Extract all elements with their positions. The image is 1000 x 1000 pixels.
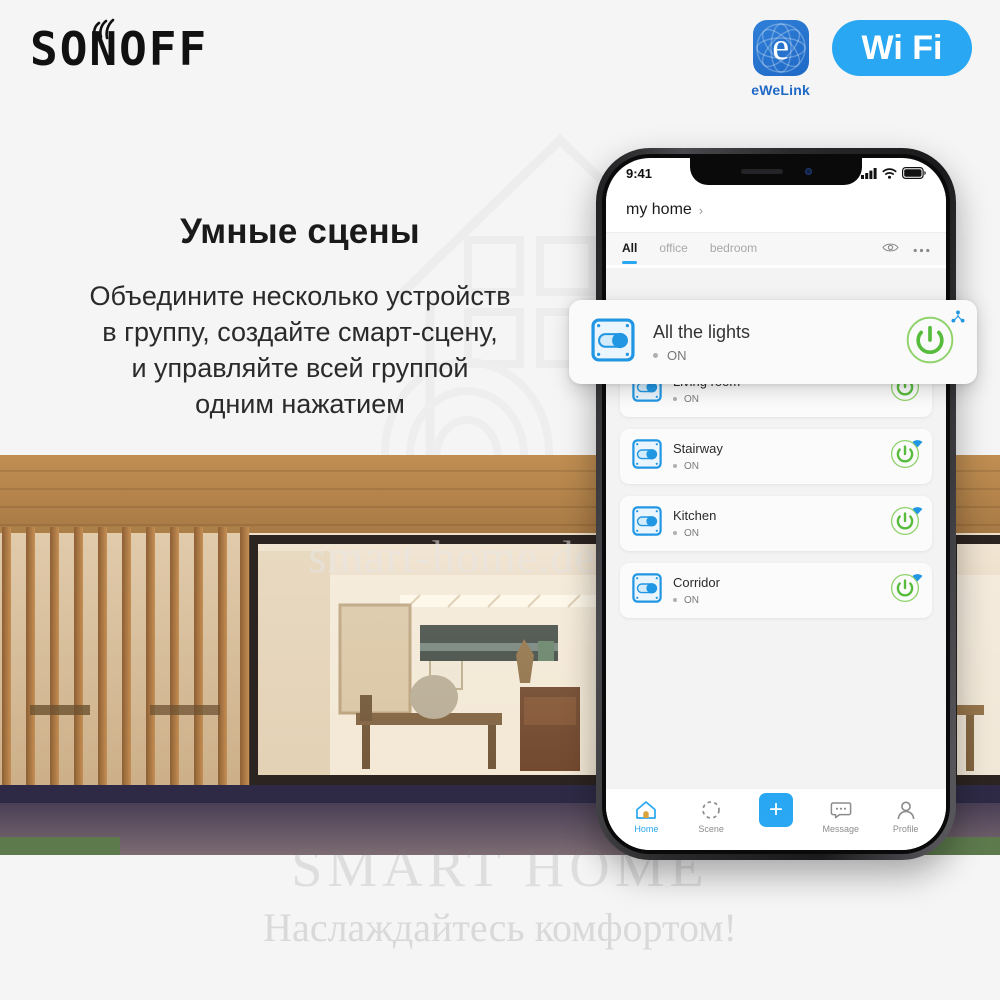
device-name: Kitchen: [673, 508, 717, 524]
status-dot: [653, 352, 658, 358]
profile-icon: [897, 801, 914, 819]
device-info: Corridor ON: [673, 575, 890, 606]
home-icon: [636, 800, 657, 819]
status-dot: [673, 397, 677, 402]
add-glyph: +: [768, 795, 783, 823]
ewelink-badge[interactable]: e eWeLink: [751, 20, 810, 98]
page-description: Объедините несколько устройств в группу,…: [0, 278, 600, 422]
message-icon: [830, 801, 852, 818]
device-info: Stairway ON: [673, 441, 890, 472]
tab-all[interactable]: All: [622, 241, 638, 264]
tab-bedroom[interactable]: bedroom: [710, 241, 757, 258]
group-device-card[interactable]: All the lights ON: [569, 300, 977, 384]
device-status: ON: [673, 528, 890, 539]
room-tabs: All office bedroom: [606, 232, 946, 265]
smart-switch-icon: [632, 573, 662, 608]
status-bar-icons: [861, 167, 926, 179]
nav-item-add[interactable]: +: [746, 792, 806, 841]
eye-icon[interactable]: [882, 240, 899, 258]
front-camera: [804, 168, 812, 175]
ewelink-app-icon[interactable]: e: [752, 20, 809, 76]
scene-icon: [702, 800, 721, 819]
smart-switch-icon: [632, 439, 662, 474]
status-text: ON: [684, 460, 699, 472]
description-line: Объедините несколько устройств: [89, 281, 511, 311]
add-icon[interactable]: +: [758, 792, 793, 827]
status-dot: [673, 531, 677, 536]
nav-label-scene: Scene: [698, 823, 724, 834]
wifi-signal-icon: [912, 569, 923, 587]
phone-mockup: 9:41 my home › All office bedroom ON Sta…: [569, 148, 977, 860]
nav-label-profile: Profile: [892, 823, 919, 834]
device-status: ON: [673, 595, 890, 606]
footer-watermark-subtitle: Наслаждайтесь комфортом!: [263, 905, 737, 950]
nav-label-home: Home: [634, 823, 659, 834]
home-name-label[interactable]: my home: [626, 201, 692, 219]
table-row[interactable]: Corridor ON: [620, 563, 932, 618]
nav-item-scene[interactable]: Scene: [681, 800, 741, 834]
app-header: my home ›: [606, 188, 946, 232]
status-dot: [673, 464, 677, 469]
description-line: одним нажатием: [195, 389, 405, 419]
wifi-badge-icon: Wi Fi: [832, 20, 972, 76]
smart-switch-icon: [591, 317, 635, 367]
wifi-badge-text: Wi Fi: [861, 28, 943, 67]
nav-item-home[interactable]: Home: [616, 800, 676, 834]
status-text: ON: [684, 393, 699, 405]
device-name: Corridor: [673, 575, 720, 591]
ewelink-glyph: e: [772, 26, 790, 68]
sonoff-logo: SONOFF: [30, 18, 208, 72]
nav-item-profile[interactable]: Profile: [876, 800, 936, 834]
nav-label-message: Message: [822, 823, 860, 834]
phone-notch: [690, 158, 862, 185]
phone-screen: 9:41 my home › All office bedroom ON Sta…: [606, 158, 946, 850]
power-button-icon[interactable]: [905, 315, 955, 370]
device-name: Stairway: [673, 441, 723, 457]
battery-icon: [902, 167, 926, 179]
status-dot: [673, 598, 677, 603]
tab-office[interactable]: office: [659, 241, 687, 258]
device-info: Kitchen ON: [673, 508, 890, 539]
ewelink-label: eWeLink: [751, 82, 810, 98]
description-line: в группу, создайте смарт-сцену,: [102, 317, 498, 347]
cellular-signal-icon: [861, 167, 877, 179]
device-status: ON: [673, 394, 890, 405]
bottom-navigation: Home Scene + Message Profile: [606, 788, 946, 850]
wifi-wave-icon: [92, 18, 115, 40]
group-card-info: All the lights ON: [653, 322, 905, 363]
table-row[interactable]: Kitchen ON: [620, 496, 932, 551]
page-canvas: SONOFF e eWeLink Wi Fi Умные сцены Объед…: [0, 0, 1000, 1000]
status-text: ON: [684, 594, 699, 606]
status-bar-time: 9:41: [626, 165, 653, 181]
table-row[interactable]: Stairway ON: [620, 429, 932, 484]
status-text: ON: [684, 527, 699, 539]
certification-badges: e eWeLink Wi Fi: [751, 20, 972, 98]
group-card-status: ON: [653, 348, 905, 363]
smart-switch-icon: [632, 506, 662, 541]
description-line: и управляйте всей группой: [131, 353, 469, 383]
wifi-icon: [882, 167, 897, 179]
page-title: Умные сцены: [180, 212, 420, 251]
device-group-icon: [951, 310, 965, 328]
device-status: ON: [673, 461, 890, 472]
status-text: ON: [667, 347, 687, 363]
chevron-right-icon[interactable]: ›: [699, 203, 703, 218]
group-card-name: All the lights: [653, 321, 751, 342]
earpiece-speaker: [740, 169, 783, 174]
more-options-icon[interactable]: [913, 240, 930, 258]
wifi-signal-icon: [912, 502, 923, 520]
wifi-signal-icon: [912, 435, 923, 453]
nav-item-message[interactable]: Message: [811, 800, 871, 834]
